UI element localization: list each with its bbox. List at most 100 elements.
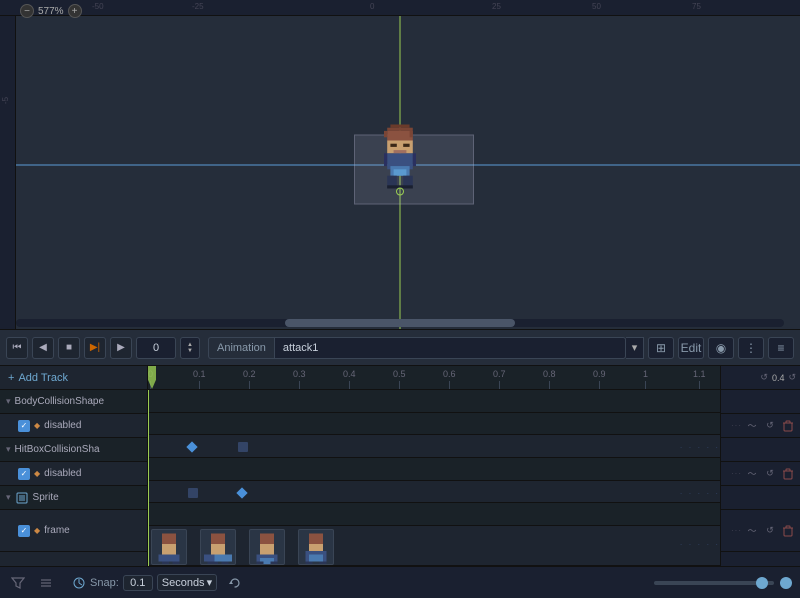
- hitbox-collision-label: HitBoxCollisionSha: [15, 444, 141, 455]
- viewport-scrollbar-thumb[interactable]: [285, 319, 515, 327]
- timeline-ruler: 0 0.1 0.2 0.3 0.4: [148, 366, 720, 390]
- ruler-tick-11: [699, 381, 700, 389]
- ruler-left-mark: -5: [1, 97, 10, 104]
- play-button[interactable]: ▶: [110, 337, 132, 359]
- ruler-tick-03: [299, 381, 300, 389]
- ruler-tick-05: [399, 381, 400, 389]
- add-track-button[interactable]: + Add Track: [0, 366, 147, 390]
- sprite-frame-checkbox[interactable]: ✓: [18, 525, 30, 537]
- body-loop-btn[interactable]: ↺: [762, 418, 778, 434]
- body-disabled-checkbox[interactable]: ✓: [18, 420, 30, 432]
- hitbox-disabled-label: disabled: [44, 468, 141, 479]
- ruler-label-08: 0.8: [543, 369, 556, 379]
- zoom-out-button[interactable]: −: [20, 4, 34, 18]
- frame-spinner[interactable]: ▲ ▼: [180, 337, 200, 359]
- track-controls-top: ↺ 0.4 ↺: [721, 366, 800, 390]
- edit-button[interactable]: Edit: [678, 337, 704, 359]
- body-curve-btn[interactable]: ～: [744, 418, 760, 434]
- animation-dropdown[interactable]: ▾: [626, 337, 644, 359]
- body-delete-btn[interactable]: [780, 418, 796, 434]
- ruler-tick-02: [249, 381, 250, 389]
- sprite-frame-label: frame: [44, 525, 141, 536]
- ruler-label-04: 0.4: [343, 369, 356, 379]
- ruler-11: 1.1: [693, 369, 706, 389]
- body-disabled-diamond: ◆: [34, 421, 40, 430]
- ruler-label-02: 0.2: [243, 369, 256, 379]
- body-collision-label: BodyCollisionShape: [15, 396, 141, 407]
- stop-button[interactable]: ■: [58, 337, 80, 359]
- ruler-label-06: 0.6: [443, 369, 456, 379]
- copy-button[interactable]: ⊞: [648, 337, 674, 359]
- hitbox-collision-group[interactable]: ▾ HitBoxCollisionSha: [0, 438, 147, 462]
- sprite-curve-btn[interactable]: ～: [744, 523, 760, 539]
- list-button[interactable]: [36, 573, 56, 593]
- ruler-label-11: 1.1: [693, 369, 706, 379]
- timeline-zoom-thumb[interactable]: [756, 577, 768, 589]
- sync-button[interactable]: [225, 573, 245, 593]
- kf-body-2[interactable]: [238, 442, 248, 452]
- expand-icon3: ▾: [6, 492, 11, 503]
- frame-thumb-0[interactable]: [151, 529, 187, 565]
- snap-unit-select[interactable]: Seconds ▾: [157, 574, 217, 591]
- ruler-label-07: 0.7: [493, 369, 506, 379]
- body-disabled-label: disabled: [44, 420, 141, 431]
- zoom-controls: − 577% +: [20, 4, 82, 18]
- sprite-group-spacer: [148, 503, 720, 526]
- zoom-in-button[interactable]: +: [68, 4, 82, 18]
- tracks-rows: · · · · · · · · · ·: [148, 390, 720, 566]
- ruler-tick-07: [499, 381, 500, 389]
- body-disabled-keyframes: · · · · ·: [148, 435, 720, 458]
- more-button[interactable]: ⋮: [738, 337, 764, 359]
- sprite-icon: [15, 491, 29, 505]
- settings-button[interactable]: ≡: [768, 337, 794, 359]
- hitbox-disabled-row: ✓ ◆ disabled: [0, 462, 147, 486]
- play-cursor-button[interactable]: ▶|: [84, 337, 106, 359]
- kf-hitbox-1[interactable]: [188, 488, 198, 498]
- ruler-mark-0: 0: [370, 2, 374, 11]
- ruler-07: 0.7: [493, 369, 506, 389]
- sprite-label: Sprite: [33, 492, 141, 503]
- step-back-button[interactable]: ◀: [32, 337, 54, 359]
- blend-button[interactable]: ◉: [708, 337, 734, 359]
- ruler-tick-01: [199, 381, 200, 389]
- hitbox-loop-btn[interactable]: ↺: [762, 466, 778, 482]
- tracks-container: + Add Track ▾ BodyCollisionShape ✓ ◆ dis…: [0, 366, 800, 566]
- hitbox-disabled-checkbox[interactable]: ✓: [18, 468, 30, 480]
- frame-thumb-1[interactable]: [200, 529, 236, 565]
- kf-hitbox-2[interactable]: [236, 487, 247, 498]
- filter-button[interactable]: [8, 573, 28, 593]
- frame-input[interactable]: 0: [136, 337, 176, 359]
- body-interp-dots: ···: [731, 421, 742, 430]
- reset-icon: ↺: [788, 372, 796, 383]
- ruler-1: 1: [643, 369, 648, 389]
- kf-body-1[interactable]: [186, 442, 197, 453]
- sprite-delete-btn[interactable]: [780, 523, 796, 539]
- sprite-group[interactable]: ▾ Sprite: [0, 486, 147, 510]
- ruler-02: 0.2: [243, 369, 256, 389]
- sprite-loop-btn[interactable]: ↺: [762, 523, 778, 539]
- expand-icon: ▾: [6, 396, 11, 407]
- frame-thumb-2[interactable]: [249, 529, 285, 565]
- snap-label: Snap:: [90, 577, 119, 589]
- interp-dots-hitbox: · · · · ·: [680, 489, 720, 498]
- snap-icon: [72, 576, 86, 590]
- snap-value-input[interactable]: 0.1: [123, 575, 153, 591]
- ruler-06: 0.6: [443, 369, 456, 389]
- sprite-interp-dots: ···: [731, 526, 742, 535]
- ruler-mark-25: 25: [492, 2, 501, 11]
- viewport-ruler-left: -5: [0, 16, 16, 329]
- transport-bar: ⏮ ◀ ■ ▶| ▶ 0 ▲ ▼ Animation attack1 ▾ ⊞ E…: [0, 330, 800, 366]
- rewind-to-start-button[interactable]: ⏮: [6, 337, 28, 359]
- viewport-scrollbar[interactable]: [16, 319, 784, 327]
- hitbox-curve-btn[interactable]: ～: [744, 466, 760, 482]
- hitbox-disabled-diamond: ◆: [34, 469, 40, 478]
- frame-thumb-3[interactable]: [298, 529, 334, 565]
- body-collision-group[interactable]: ▾ BodyCollisionShape: [0, 390, 147, 414]
- timeline-zoom-slider[interactable]: [654, 581, 774, 585]
- snap-unit-chevron: ▾: [207, 576, 213, 589]
- body-group-controls: [721, 390, 800, 414]
- hitbox-delete-btn[interactable]: [780, 466, 796, 482]
- add-track-label: Add Track: [18, 372, 68, 384]
- ruler-tick-08: [549, 381, 550, 389]
- ruler-09: 0.9: [593, 369, 606, 389]
